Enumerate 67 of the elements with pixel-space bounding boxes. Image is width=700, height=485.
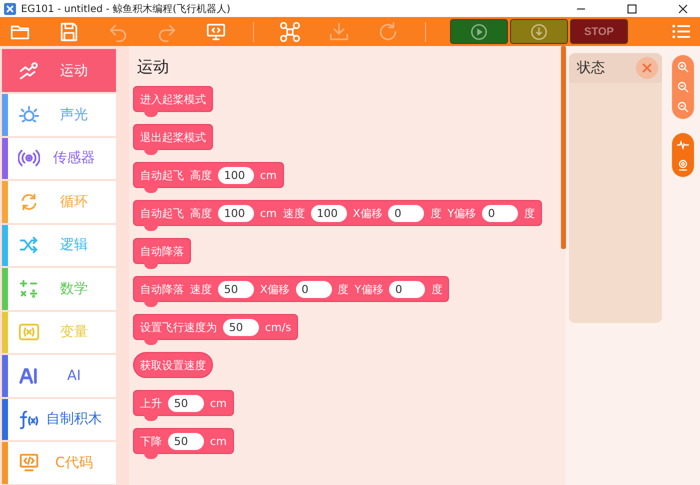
block-label: X偏移 <box>260 282 290 296</box>
block-label: 设置飞行速度为 <box>140 320 217 334</box>
block-label: 速度 <box>190 282 212 296</box>
close-button[interactable] <box>636 57 658 79</box>
category-tab[interactable]: 传感器 <box>2 138 116 179</box>
close-icon[interactable] <box>678 4 688 14</box>
block-label: 获取设置速度 <box>140 358 206 372</box>
block-label: cm <box>210 396 227 410</box>
number-input[interactable]: 50 <box>223 318 259 336</box>
block-label: 上升 <box>140 396 162 410</box>
block-label: 进入起桨模式 <box>140 92 206 106</box>
category-heading: 运动 <box>137 57 170 78</box>
drone-icon[interactable] <box>278 20 302 44</box>
block-label: 速度 <box>282 206 305 220</box>
block-label: cm <box>210 434 227 448</box>
block-label: 自动降落 <box>140 282 184 296</box>
panel-title: 状态 <box>577 59 605 77</box>
number-input[interactable]: 100 <box>218 166 254 184</box>
block-label: Y偏移 <box>447 206 476 220</box>
block-label: 退出起桨模式 <box>140 130 206 144</box>
run-button[interactable] <box>450 19 508 44</box>
block-label: 自动起飞 <box>140 206 184 220</box>
category-tab[interactable]: AI <box>2 355 116 396</box>
block-label: 度 <box>431 282 442 296</box>
number-input[interactable]: 50 <box>168 432 204 450</box>
block-label: Y偏移 <box>354 282 384 296</box>
play-icon <box>470 22 488 40</box>
download-button[interactable] <box>510 19 568 44</box>
zoom-reset-icon[interactable] <box>677 81 689 93</box>
number-input[interactable]: 0 <box>389 280 426 298</box>
zoom-in-icon[interactable] <box>677 61 689 73</box>
app-logo-icon <box>4 2 16 14</box>
block-label: 高度 <box>190 168 212 182</box>
shuffle-icon <box>18 234 40 256</box>
maximize-icon[interactable] <box>627 4 637 14</box>
number-input[interactable]: 50 <box>218 280 254 298</box>
number-input[interactable]: 100 <box>218 204 254 222</box>
category-tab[interactable]: 自制积木 <box>2 398 116 440</box>
block-label: X偏移 <box>352 206 382 220</box>
number-input[interactable]: 0 <box>296 280 332 298</box>
block-label: 度 <box>524 206 536 220</box>
waveform-icon[interactable] <box>677 139 689 151</box>
variable-icon <box>18 321 40 344</box>
number-input[interactable]: 100 <box>310 204 347 222</box>
block-label: 下降 <box>140 434 162 448</box>
number-input[interactable]: 0 <box>482 204 518 222</box>
block-label: 度 <box>338 282 349 296</box>
number-input[interactable]: 50 <box>168 394 204 412</box>
number-input[interactable]: 0 <box>388 204 424 222</box>
menu-icon[interactable] <box>672 24 690 39</box>
block-label: 度 <box>430 206 442 220</box>
webcam-icon[interactable] <box>677 159 689 171</box>
scrollbar-thumb[interactable] <box>561 46 566 249</box>
function-icon <box>18 408 40 430</box>
math-symbols-icon <box>18 278 40 300</box>
block-label: cm <box>260 168 277 182</box>
download-icon <box>530 22 548 40</box>
block-label: 高度 <box>190 206 212 220</box>
code-monitor-icon <box>18 452 40 474</box>
zoom-out-icon[interactable] <box>677 101 689 113</box>
window-title: EG101 - untitled - 鲸鱼积木编程(飞行机器人) <box>21 2 230 16</box>
block-label: 自动起飞 <box>140 168 184 182</box>
block-label: cm <box>260 206 277 220</box>
block-label: 自动降落 <box>140 244 184 258</box>
block-label: cm/s <box>265 320 292 334</box>
signal-icon <box>18 147 40 170</box>
close-icon <box>642 63 652 73</box>
